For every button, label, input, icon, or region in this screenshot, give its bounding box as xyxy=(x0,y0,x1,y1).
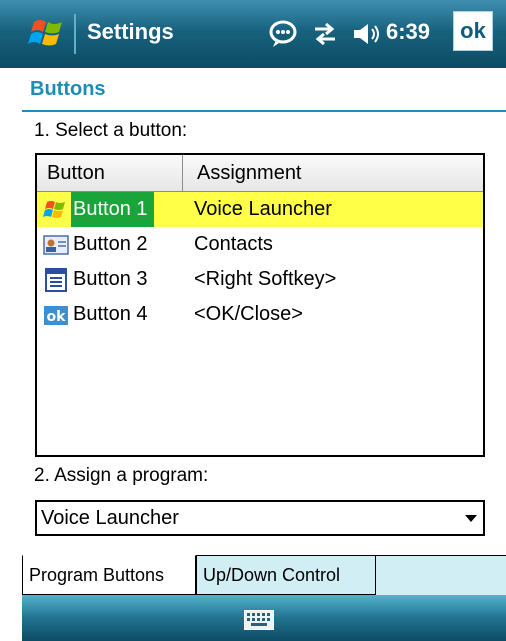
program-dropdown-value: Voice Launcher xyxy=(41,507,179,529)
button-name: Button 3 xyxy=(73,268,148,290)
button-assignment: <Right Softkey> xyxy=(194,268,337,290)
softkey-icon xyxy=(45,268,67,292)
volume-icon[interactable] xyxy=(352,21,382,47)
windows-flag-icon xyxy=(43,201,65,218)
page-title: Buttons xyxy=(30,78,106,100)
chevron-down-icon[interactable] xyxy=(465,515,477,522)
column-header-button[interactable]: Button xyxy=(37,155,183,191)
tab-program-buttons[interactable]: Program Buttons xyxy=(22,555,196,595)
list-item-button-2[interactable]: Button 2 Contacts xyxy=(37,227,483,262)
connectivity-icon[interactable] xyxy=(312,21,338,47)
list-item-button-3[interactable]: Button 3 <Right Softkey> xyxy=(37,262,483,297)
button-assignment: <OK/Close> xyxy=(194,303,303,325)
list-header: Button Assignment xyxy=(37,155,483,192)
ok-icon: ok xyxy=(44,306,68,325)
button-name: Button 2 xyxy=(73,233,148,255)
list-item-button-4[interactable]: ok Button 4 <OK/Close> xyxy=(37,297,483,332)
assign-program-label: 2. Assign a program: xyxy=(34,465,209,486)
app-title: Settings xyxy=(87,19,174,44)
column-header-assignment[interactable]: Assignment xyxy=(183,155,483,191)
button-assignment: Contacts xyxy=(194,233,273,255)
button-name: Button 4 xyxy=(73,303,148,325)
keyboard-icon[interactable] xyxy=(244,610,274,630)
windows-start-icon[interactable] xyxy=(28,14,68,52)
clock[interactable]: 6:39 xyxy=(386,19,430,45)
svg-text:ok: ok xyxy=(47,309,67,325)
select-button-label: 1. Select a button: xyxy=(34,120,188,141)
tab-up-down-control[interactable]: Up/Down Control xyxy=(196,555,376,595)
ok-button[interactable]: ok xyxy=(453,11,493,51)
button-name: Button 1 xyxy=(71,192,154,227)
notification-bubble-icon[interactable] xyxy=(268,20,298,48)
button-assignment: Voice Launcher xyxy=(194,198,332,220)
contact-card-icon xyxy=(43,235,69,255)
list-item-button-1[interactable]: Button 1 Voice Launcher xyxy=(37,192,483,227)
tab-strip: Program Buttons Up/Down Control xyxy=(22,555,506,595)
status-icons xyxy=(268,12,382,56)
title-separator xyxy=(74,14,76,54)
button-list[interactable]: Button Assignment Button 1 Voice Launche… xyxy=(35,153,485,457)
program-dropdown[interactable]: Voice Launcher xyxy=(35,500,485,536)
header-divider xyxy=(22,110,506,112)
